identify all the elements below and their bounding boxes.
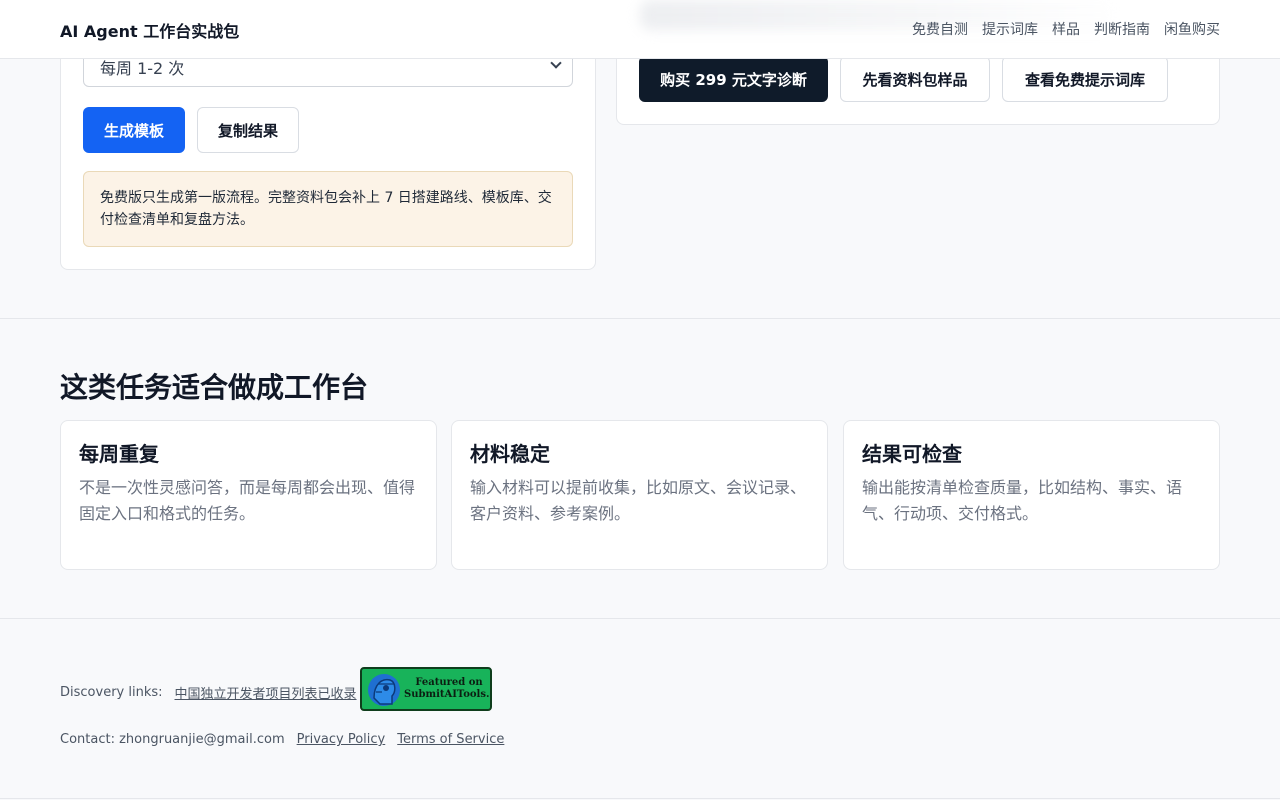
badge-line-2: SubmitAITools.org: [404, 689, 490, 700]
card-title: 每周重复: [79, 442, 159, 466]
top-header: AI Agent 工作台实战包 免费自测 提示词库 样品 判断指南 闲鱼购买: [0, 0, 1280, 59]
view-prompt-library-button[interactable]: 查看免费提示词库: [1002, 56, 1168, 102]
card-title: 结果可检查: [862, 442, 962, 466]
chevron-down-icon: [550, 57, 562, 69]
buy-diagnosis-button[interactable]: 购买 299 元文字诊断: [639, 56, 828, 102]
section-title: 这类任务适合做成工作台: [60, 371, 369, 404]
card-stable-materials: 材料稳定 输入材料可以提前收集，比如原文、会议记录、客户资料、参考案例。: [451, 420, 828, 570]
nav-sample[interactable]: 样品: [1052, 19, 1080, 39]
card-body: 输入材料可以提前收集，比如原文、会议记录、客户资料、参考案例。: [470, 478, 807, 523]
robot-head-icon: [368, 674, 400, 706]
section-divider: [0, 318, 1280, 319]
discovery-row: Discovery links: 中国独立开发者项目列表已收录: [60, 683, 357, 702]
terms-of-service-link[interactable]: Terms of Service: [397, 732, 504, 747]
badge-line-1: Featured on: [415, 677, 483, 688]
discovery-label: Discovery links:: [60, 685, 163, 700]
brand-logo[interactable]: AI Agent 工作台实战包: [60, 18, 239, 42]
card-checkable-results: 结果可检查 输出能按清单检查质量，比如结构、事实、语气、行动项、交付格式。: [843, 420, 1220, 570]
nav-prompt-library[interactable]: 提示词库: [982, 19, 1038, 39]
main-nav: 免费自测 提示词库 样品 判断指南 闲鱼购买: [912, 19, 1220, 39]
card-body: 输出能按清单检查质量，比如结构、事实、语气、行动项、交付格式。: [862, 478, 1183, 523]
footer-divider: [0, 618, 1280, 619]
nav-free-test[interactable]: 免费自测: [912, 19, 968, 39]
nav-guide[interactable]: 判断指南: [1094, 19, 1150, 39]
discovery-link[interactable]: 中国独立开发者项目列表已收录: [175, 683, 357, 702]
frequency-select-value: 每周 1-2 次: [100, 59, 185, 78]
card-title: 材料稳定: [470, 442, 550, 466]
nav-xianyu-buy[interactable]: 闲鱼购买: [1164, 19, 1220, 39]
card-body: 不是一次性灵感问答，而是每周都会出现、值得固定入口和格式的任务。: [79, 478, 416, 523]
view-sample-button[interactable]: 先看资料包样品: [840, 56, 990, 102]
card-weekly-repeat: 每周重复 不是一次性灵感问答，而是每周都会出现、值得固定入口和格式的任务。: [60, 420, 437, 570]
submitaitools-badge[interactable]: Featured on SubmitAITools.org: [360, 667, 492, 711]
contact-email: Contact: zhongruanjie@gmail.com: [60, 732, 285, 747]
copy-result-button[interactable]: 复制结果: [197, 107, 299, 153]
contact-row: Contact: zhongruanjie@gmail.com Privacy …: [60, 732, 504, 747]
generate-template-button[interactable]: 生成模板: [83, 107, 185, 153]
privacy-policy-link[interactable]: Privacy Policy: [297, 732, 386, 747]
bottom-divider: [0, 798, 1280, 799]
free-version-notice: 免费版只生成第一版流程。完整资料包会补上 7 日搭建路线、模板库、交付检查清单和…: [83, 171, 573, 247]
